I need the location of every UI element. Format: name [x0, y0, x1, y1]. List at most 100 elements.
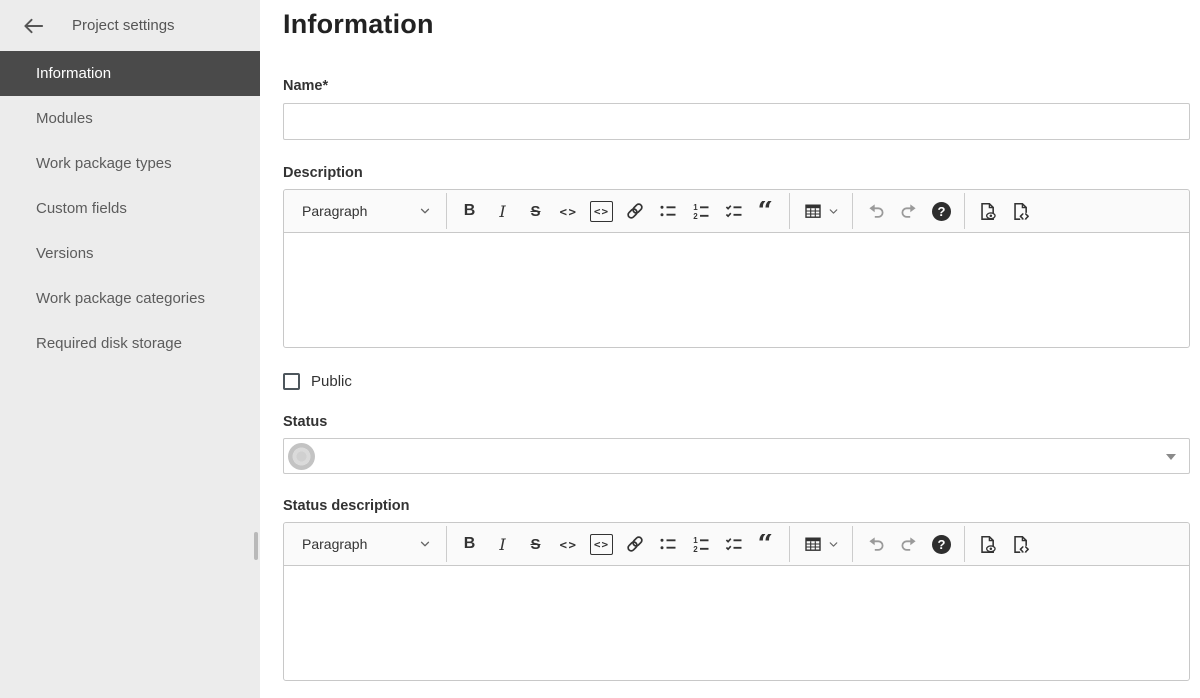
page-title: Information: [283, 9, 434, 39]
preview-button[interactable]: [972, 194, 1003, 228]
italic-button[interactable]: I: [487, 194, 518, 228]
paragraph-style-label: Paragraph: [302, 203, 368, 219]
name-label: Name*: [283, 78, 329, 94]
toolbar-separator: [789, 526, 790, 562]
back-button[interactable]: [22, 16, 45, 36]
numbered-list-button[interactable]: 12: [685, 194, 716, 228]
chevron-down-icon: [420, 541, 430, 547]
inline-code-icon: <>: [559, 536, 578, 552]
svg-text:1: 1: [693, 536, 698, 545]
public-checkbox[interactable]: [283, 373, 300, 390]
link-button[interactable]: [619, 527, 650, 561]
paragraph-style-dropdown[interactable]: Paragraph: [290, 527, 440, 561]
preview-button[interactable]: [972, 527, 1003, 561]
svg-text:2: 2: [693, 212, 698, 221]
numbered-list-button[interactable]: 12: [685, 527, 716, 561]
numbered-list-icon: 12: [693, 203, 708, 221]
toolbar-separator: [852, 193, 853, 229]
redo-button[interactable]: [893, 194, 924, 228]
help-icon: ?: [932, 534, 951, 554]
toolbar-separator: [446, 193, 447, 229]
undo-button[interactable]: [860, 527, 891, 561]
editor-toolbar: Paragraph B I S <> <> 12 “ ?: [284, 523, 1189, 566]
bulleted-list-button[interactable]: [652, 527, 683, 561]
status-select[interactable]: [283, 438, 1190, 474]
bold-icon: B: [463, 535, 476, 552]
status-description-editor: Paragraph B I S <> <> 12 “ ?: [283, 522, 1190, 681]
sidebar-scrollbar-thumb[interactable]: [254, 532, 258, 560]
strikethrough-icon: S: [530, 535, 541, 553]
markdown-source-button[interactable]: [1005, 527, 1036, 561]
bold-button[interactable]: B: [454, 194, 485, 228]
sidebar-item-versions[interactable]: Versions: [0, 231, 260, 276]
markdown-source-icon: [1014, 535, 1029, 553]
sidebar-item-required-disk-storage[interactable]: Required disk storage: [0, 321, 260, 366]
table-icon: [804, 537, 821, 551]
bulleted-list-icon: [660, 205, 675, 217]
toolbar-separator: [789, 193, 790, 229]
link-icon: [626, 536, 643, 552]
name-input[interactable]: [283, 103, 1190, 140]
paragraph-style-label: Paragraph: [302, 536, 368, 552]
sidebar-item-modules[interactable]: Modules: [0, 96, 260, 141]
help-icon: ?: [932, 201, 951, 221]
svg-text:“: “: [757, 201, 773, 221]
arrow-left-icon: [24, 18, 44, 33]
todo-list-icon: [725, 205, 741, 218]
toolbar-separator: [446, 526, 447, 562]
description-editor-content[interactable]: [284, 233, 1189, 347]
redo-icon: [901, 204, 916, 218]
todo-list-button[interactable]: [718, 527, 749, 561]
sidebar-item-custom-fields[interactable]: Custom fields: [0, 186, 260, 231]
todo-list-icon: [725, 538, 741, 551]
help-button[interactable]: ?: [926, 527, 957, 561]
code-block-icon: <>: [589, 533, 614, 555]
inline-code-button[interactable]: <>: [553, 194, 584, 228]
sidebar-title: Project settings: [72, 17, 175, 34]
link-icon: [626, 203, 643, 219]
insert-table-dropdown[interactable]: [797, 194, 845, 228]
insert-table-dropdown[interactable]: [797, 527, 845, 561]
help-button[interactable]: ?: [926, 194, 957, 228]
bulleted-list-button[interactable]: [652, 194, 683, 228]
sidebar-item-work-package-types[interactable]: Work package types: [0, 141, 260, 186]
numbered-list-icon: 12: [693, 536, 708, 554]
sidebar-item-work-package-categories[interactable]: Work package categories: [0, 276, 260, 321]
chevron-down-icon: [829, 541, 837, 547]
block-quote-button[interactable]: “: [751, 527, 782, 561]
inline-code-button[interactable]: <>: [553, 527, 584, 561]
strikethrough-button[interactable]: S: [520, 527, 551, 561]
chevron-down-icon: [420, 208, 430, 214]
project-settings-page: Project settings Information Modules Wor…: [0, 0, 1200, 698]
redo-button[interactable]: [893, 527, 924, 561]
table-icon: [804, 204, 821, 218]
bold-button[interactable]: B: [454, 527, 485, 561]
description-label: Description: [283, 165, 363, 181]
dropdown-arrow-icon: [1166, 454, 1176, 460]
svg-text:1: 1: [693, 203, 698, 212]
inline-code-icon: <>: [559, 203, 578, 219]
link-button[interactable]: [619, 194, 650, 228]
toolbar-separator: [964, 526, 965, 562]
markdown-source-button[interactable]: [1005, 194, 1036, 228]
bold-icon: B: [463, 202, 476, 219]
undo-button[interactable]: [860, 194, 891, 228]
code-block-button[interactable]: <>: [586, 194, 617, 228]
status-bubble-icon: [288, 442, 315, 470]
italic-icon: I: [499, 534, 506, 554]
public-label: Public: [311, 373, 352, 390]
code-block-button[interactable]: <>: [586, 527, 617, 561]
block-quote-icon: “: [757, 534, 773, 554]
chevron-down-icon: [829, 208, 837, 214]
block-quote-button[interactable]: “: [751, 194, 782, 228]
todo-list-button[interactable]: [718, 194, 749, 228]
strikethrough-button[interactable]: S: [520, 194, 551, 228]
editor-toolbar: Paragraph B I S <> <> 12 “ ?: [284, 190, 1189, 233]
strikethrough-icon: S: [530, 202, 541, 220]
paragraph-style-dropdown[interactable]: Paragraph: [290, 194, 440, 228]
italic-button[interactable]: I: [487, 527, 518, 561]
italic-icon: I: [499, 201, 506, 221]
status-label: Status: [283, 414, 328, 430]
status-description-editor-content[interactable]: [284, 566, 1189, 680]
sidebar-item-information[interactable]: Information: [0, 51, 260, 96]
